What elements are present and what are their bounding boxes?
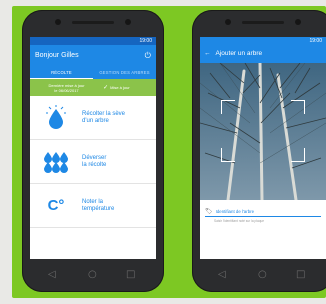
action-label-line2: d'un arbre	[82, 117, 109, 124]
temperature-icon: C°	[47, 197, 65, 214]
action-pour-harvest[interactable]: Déverser la récolte	[30, 140, 156, 184]
scan-frame-corner	[291, 148, 305, 162]
camera-viewfinder[interactable]	[200, 63, 326, 200]
update-button[interactable]: ✓ Mise à jour	[103, 84, 130, 91]
tree-id-placeholder: Identifiant de l'arbre	[215, 209, 255, 214]
scan-frame-corner	[291, 100, 305, 114]
last-update-text: Dernière mise à jour le 06/06/2017	[30, 83, 103, 93]
action-record-temperature[interactable]: C° Noter la température	[30, 184, 156, 228]
birch-trees-photo	[200, 63, 326, 200]
home-icon[interactable]: ○	[258, 268, 267, 282]
action-label: Récolter la sève d'un arbre	[82, 111, 125, 125]
front-camera	[225, 19, 231, 25]
status-bar: 19:00	[30, 37, 156, 45]
home-icon[interactable]: ○	[88, 268, 97, 282]
action-label-line2: la récolte	[82, 161, 107, 168]
action-label-line1: Noter la	[82, 198, 104, 205]
home-app-bar: Bonjour Gilles ⏻	[30, 45, 156, 66]
scan-frame-corner	[221, 100, 235, 114]
page-title: Ajouter un arbre	[215, 50, 263, 57]
navigation-bar: ◁ ○ □	[192, 268, 326, 282]
back-icon[interactable]: ◁	[218, 268, 226, 282]
tab-recolte[interactable]: RÉCOLTE	[30, 66, 93, 79]
power-icon[interactable]: ⏻	[145, 45, 151, 66]
status-bar: 19:00	[200, 37, 326, 45]
add-tree-app-bar: ← Ajouter un arbre	[200, 45, 326, 63]
add-tree-screen: 19:00 ← Ajouter un arbre 🏷 Identifiant d…	[200, 37, 326, 259]
sensor	[295, 19, 301, 25]
front-camera	[55, 19, 61, 25]
tab-bar: RÉCOLTE GESTION DES ARBRES	[30, 66, 156, 79]
action-label: Déverser la récolte	[82, 155, 106, 169]
back-icon[interactable]: ◁	[48, 268, 56, 282]
speaker	[242, 21, 284, 24]
sap-drop-icon	[30, 104, 82, 131]
status-time: 19:00	[139, 38, 152, 44]
page-title: Bonjour Gilles	[35, 52, 79, 59]
action-label-line1: Déverser	[82, 154, 107, 161]
action-label-line1: Récolter la sève	[82, 110, 126, 117]
showcase: 19:00 Bonjour Gilles ⏻ RÉCOLTE GESTION D…	[0, 0, 326, 304]
last-update-date: le 06/06/2017	[54, 87, 79, 93]
phone-right: 19:00 ← Ajouter un arbre 🏷 Identifiant d…	[192, 10, 326, 292]
tree-id-input[interactable]: 🏷 Identifiant de l'arbre	[205, 208, 321, 217]
tree-id-field: 🏷 Identifiant de l'arbre Saisir l'identi…	[200, 200, 326, 223]
multiple-drops-icon	[30, 151, 82, 173]
action-label: Noter la température	[82, 199, 114, 213]
speaker	[72, 21, 114, 24]
recents-icon[interactable]: □	[296, 268, 305, 282]
action-harvest-sap[interactable]: Récolter la sève d'un arbre	[30, 96, 156, 140]
tab-gestion-arbres[interactable]: GESTION DES ARBRES	[93, 66, 156, 79]
sync-bar: Dernière mise à jour le 06/06/2017 ✓ Mis…	[30, 79, 156, 96]
tree-id-hint: Saisir l'identifiant noté sur la plaque	[214, 219, 265, 223]
update-label: Mise à jour	[110, 85, 130, 90]
phone-left: 19:00 Bonjour Gilles ⏻ RÉCOLTE GESTION D…	[22, 10, 164, 292]
status-time: 19:00	[309, 38, 322, 44]
scan-frame-corner	[221, 148, 235, 162]
navigation-bar: ◁ ○ □	[22, 268, 164, 282]
tag-icon: 🏷	[205, 209, 213, 215]
action-label-line2: température	[82, 205, 115, 212]
recents-icon[interactable]: □	[126, 268, 135, 282]
check-icon: ✓	[103, 85, 109, 91]
sensor	[125, 19, 131, 25]
home-screen: 19:00 Bonjour Gilles ⏻ RÉCOLTE GESTION D…	[30, 37, 156, 259]
back-arrow-icon[interactable]: ←	[204, 45, 211, 63]
